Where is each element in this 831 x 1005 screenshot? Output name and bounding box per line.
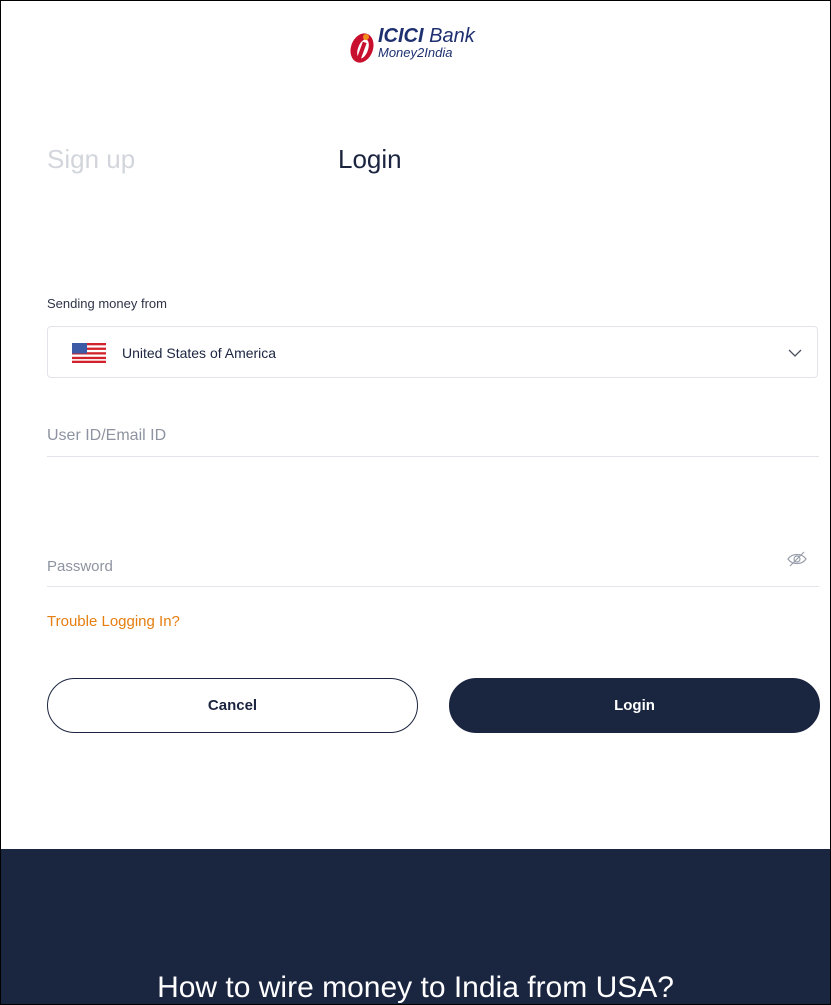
country-select[interactable]: United States of America [47,326,818,378]
us-flag-icon [72,343,106,363]
selected-country: United States of America [122,345,277,361]
eye-slash-icon[interactable] [786,550,808,568]
icici-logo: ICICI Bank Money2India [347,23,517,73]
trouble-logging-in-link[interactable]: Trouble Logging In? [47,613,180,630]
user-id-input[interactable] [47,416,819,457]
tab-login[interactable]: Login [338,144,402,175]
footer-banner: How to wire money to India from USA? [1,849,830,1004]
sending-from-label: Sending money from [47,296,167,311]
login-button[interactable]: Login [449,678,820,733]
login-page: ICICI Bank Money2India Sign up Login Sen… [0,0,831,1005]
logo-title: ICICI Bank [378,25,475,47]
password-input[interactable] [47,546,819,587]
chevron-down-icon [788,349,802,357]
logo-subtitle: Money2India [378,45,453,60]
tab-signup[interactable]: Sign up [47,144,135,175]
icici-logo-icon [350,33,374,63]
cancel-button[interactable]: Cancel [47,678,418,733]
footer-heading: How to wire money to India from USA? [157,971,674,1004]
